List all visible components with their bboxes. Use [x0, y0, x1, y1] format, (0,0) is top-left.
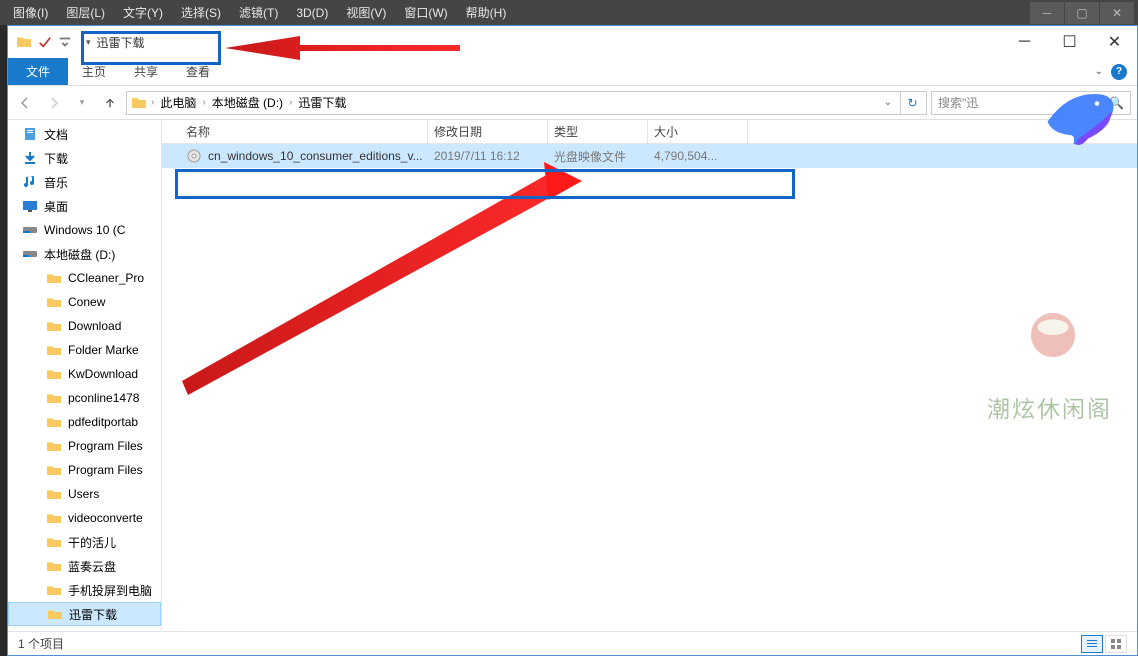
title-dropdown-icon[interactable]: ▾: [86, 37, 91, 48]
watermark-text: 潮炫休闲阁: [987, 390, 1112, 424]
status-text: 1 个项目: [18, 635, 64, 652]
breadcrumb-current[interactable]: 迅雷下载: [294, 92, 350, 113]
folder-icon: [16, 34, 32, 50]
minimize-button[interactable]: ─: [1002, 27, 1047, 57]
tab-share[interactable]: 共享: [120, 58, 172, 85]
col-date[interactable]: 修改日期: [428, 120, 548, 143]
col-type[interactable]: 类型: [548, 120, 648, 143]
menu-view[interactable]: 视图(V): [337, 1, 395, 24]
menu-select[interactable]: 选择(S): [172, 1, 230, 24]
breadcrumb-sep-icon[interactable]: ›: [151, 97, 154, 108]
search-placeholder: 搜索"迅: [938, 94, 978, 111]
ps-minimize-button[interactable]: ─: [1030, 2, 1064, 24]
col-size[interactable]: 大小: [648, 120, 748, 143]
file-date: 2019/7/11 16:12: [428, 149, 548, 163]
tree-folder-item[interactable]: Folder Marke: [8, 338, 161, 362]
tree-desktop[interactable]: 桌面: [8, 194, 161, 218]
tree-folder-item[interactable]: 手机投屏到电脑: [8, 578, 161, 602]
tree-downloads[interactable]: 下载: [8, 146, 161, 170]
close-button[interactable]: ✕: [1092, 27, 1137, 57]
nav-tree-pane[interactable]: 文档 下载 音乐 桌面 Windows 10 (C 本地磁盘 (D:) CCle…: [8, 120, 162, 631]
tree-folder-item[interactable]: 蓝奏云盘: [8, 554, 161, 578]
tree-folder-item[interactable]: CCleaner_Pro: [8, 266, 161, 290]
address-dropdown-icon[interactable]: ⌄: [878, 97, 898, 108]
file-size: 4,790,504...: [648, 149, 748, 163]
tab-view[interactable]: 查看: [172, 58, 224, 85]
checkmark-icon[interactable]: [38, 35, 52, 49]
address-folder-icon: [131, 95, 147, 111]
view-details-button[interactable]: [1081, 635, 1103, 653]
file-explorer-window: ▾ 迅雷下载 ─ ☐ ✕ 文件 主页 共享 查看 ⌄ ? ▾ › 此电脑 › 本…: [7, 25, 1138, 656]
file-tab[interactable]: 文件: [8, 58, 68, 85]
watermark-circle-logo: [988, 270, 1118, 400]
tree-folder-item[interactable]: Conew: [8, 290, 161, 314]
nav-bar: ▾ › 此电脑 › 本地磁盘 (D:) › 迅雷下载 ⌄ ↻ 搜索"迅 🔍: [8, 86, 1137, 120]
menu-window[interactable]: 窗口(W): [395, 1, 456, 24]
tree-folder-item[interactable]: videoconverte: [8, 506, 161, 530]
nav-up-button[interactable]: [98, 91, 122, 115]
tree-folder-item[interactable]: KwDownload: [8, 362, 161, 386]
menu-text[interactable]: 文字(Y): [114, 1, 172, 24]
menu-filter[interactable]: 滤镜(T): [230, 1, 287, 24]
tree-folder-item[interactable]: Program Files: [8, 434, 161, 458]
nav-history-dropdown[interactable]: ▾: [70, 91, 94, 115]
iso-file-icon: [186, 148, 202, 164]
ps-close-button[interactable]: ✕: [1100, 2, 1134, 24]
file-type: 光盘映像文件: [548, 148, 648, 165]
ribbon-bar: 文件 主页 共享 查看 ⌄ ?: [8, 58, 1137, 86]
nav-back-button[interactable]: [14, 91, 38, 115]
address-bar[interactable]: › 此电脑 › 本地磁盘 (D:) › 迅雷下载 ⌄ ↻: [126, 91, 927, 115]
file-row[interactable]: cn_windows_10_consumer_editions_v... 201…: [162, 144, 1137, 168]
photoshop-menubar: 图像(I) 图层(L) 文字(Y) 选择(S) 滤镜(T) 3D(D) 视图(V…: [0, 0, 1138, 25]
file-name: cn_windows_10_consumer_editions_v...: [208, 149, 423, 163]
column-headers: 名称 修改日期 类型 大小: [162, 120, 1137, 144]
breadcrumb-sep-icon[interactable]: ›: [289, 97, 292, 108]
maximize-button[interactable]: ☐: [1047, 27, 1092, 57]
explorer-titlebar: ▾ 迅雷下载 ─ ☐ ✕: [8, 26, 1137, 58]
status-bar: 1 个项目: [8, 631, 1137, 655]
refresh-button[interactable]: ↻: [900, 92, 924, 114]
menu-layer[interactable]: 图层(L): [57, 1, 114, 24]
breadcrumb-this-pc[interactable]: 此电脑: [156, 92, 200, 113]
tree-folder-item[interactable]: pdfeditportab: [8, 410, 161, 434]
tab-home[interactable]: 主页: [68, 58, 120, 85]
tree-folder-item[interactable]: pconline1478: [8, 386, 161, 410]
tree-folder-item[interactable]: Program Files: [8, 458, 161, 482]
tree-folder-item[interactable]: 干的活儿: [8, 530, 161, 554]
menu-help[interactable]: 帮助(H): [457, 1, 516, 24]
watermark-bird-logo: [1024, 72, 1134, 162]
tree-drive-c[interactable]: Windows 10 (C: [8, 218, 161, 242]
col-name[interactable]: 名称: [180, 120, 428, 143]
menu-3d[interactable]: 3D(D): [287, 3, 337, 23]
qat-dropdown-icon[interactable]: [58, 35, 72, 49]
tree-folder-item[interactable]: Users: [8, 482, 161, 506]
tree-music[interactable]: 音乐: [8, 170, 161, 194]
ps-maximize-button[interactable]: ▢: [1065, 2, 1099, 24]
nav-forward-button[interactable]: [42, 91, 66, 115]
window-title: 迅雷下载: [97, 34, 145, 51]
tree-folder-item[interactable]: 迅雷下载: [8, 602, 161, 626]
tree-documents[interactable]: 文档: [8, 122, 161, 146]
view-thumbnails-button[interactable]: [1105, 635, 1127, 653]
breadcrumb-sep-icon[interactable]: ›: [202, 97, 205, 108]
tree-drive-d[interactable]: 本地磁盘 (D:): [8, 242, 161, 266]
tree-folder-item[interactable]: Download: [8, 314, 161, 338]
menu-image[interactable]: 图像(I): [4, 1, 57, 24]
breadcrumb-drive-d[interactable]: 本地磁盘 (D:): [208, 92, 287, 113]
